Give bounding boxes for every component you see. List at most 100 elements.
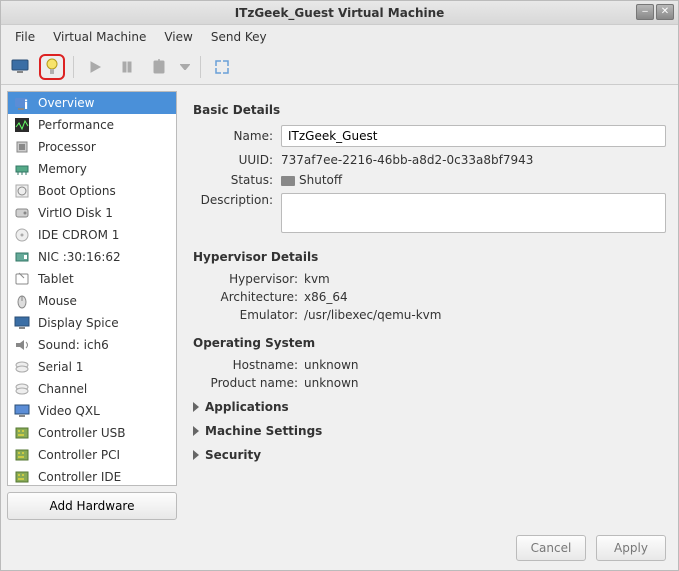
productname-value: unknown: [304, 376, 359, 390]
console-button[interactable]: [7, 54, 33, 80]
sidebar-item-sound-ich6[interactable]: Sound: ich6: [8, 334, 176, 356]
display-icon: [14, 315, 30, 331]
shutdown-menu-button[interactable]: [178, 54, 192, 80]
sidebar-item-serial-1[interactable]: Serial 1: [8, 356, 176, 378]
sidebar-item-label: IDE CDROM 1: [38, 228, 119, 242]
sound-icon: [14, 337, 30, 353]
sidebar-item-label: Memory: [38, 162, 87, 176]
details-panel: Basic Details Name: UUID: 737af7ee-2216-…: [183, 91, 672, 520]
sidebar-item-channel[interactable]: Channel: [8, 378, 176, 400]
chevron-down-icon: [180, 64, 190, 70]
mouse-icon: [14, 293, 30, 309]
titlebar: ITzGeek_Guest Virtual Machine ‒ ✕: [1, 1, 678, 25]
svg-text:i: i: [24, 98, 28, 111]
cpu-icon: [14, 139, 30, 155]
lightbulb-icon: [45, 58, 59, 76]
add-hardware-button[interactable]: Add Hardware: [7, 492, 177, 520]
machine-settings-expander[interactable]: Machine Settings: [193, 424, 666, 438]
fullscreen-icon: [213, 58, 231, 76]
os-heading: Operating System: [193, 336, 666, 350]
sidebar-item-label: Display Spice: [38, 316, 119, 330]
sidebar-item-nic-30-16-62[interactable]: NIC :30:16:62: [8, 246, 176, 268]
sidebar: iOverview Performance Processor Memory Boot …: [7, 91, 177, 520]
name-label: Name:: [193, 129, 273, 143]
toolbar: [1, 49, 678, 85]
sidebar-item-overview[interactable]: iOverview: [8, 92, 176, 114]
apply-button[interactable]: Apply: [596, 535, 666, 561]
cdrom-icon: [14, 227, 30, 243]
sidebar-item-label: NIC :30:16:62: [38, 250, 121, 264]
sidebar-item-virtio-disk-1[interactable]: VirtIO Disk 1: [8, 202, 176, 224]
disk-icon: [14, 205, 30, 221]
sidebar-item-label: VirtIO Disk 1: [38, 206, 113, 220]
sidebar-item-video-qxl[interactable]: Video QXL: [8, 400, 176, 422]
sidebar-item-label: Controller PCI: [38, 448, 120, 462]
sidebar-item-processor[interactable]: Processor: [8, 136, 176, 158]
basic-details-heading: Basic Details: [193, 103, 666, 117]
sidebar-item-performance[interactable]: Performance: [8, 114, 176, 136]
controller-icon: [14, 447, 30, 463]
sidebar-item-label: Mouse: [38, 294, 77, 308]
sidebar-list: iOverview Performance Processor Memory Boot …: [7, 91, 177, 486]
sidebar-item-controller-pci[interactable]: Controller PCI: [8, 444, 176, 466]
name-input[interactable]: [281, 125, 666, 147]
sidebar-item-label: Channel: [38, 382, 87, 396]
status-icon: [281, 176, 295, 186]
serial-icon: [14, 359, 30, 375]
details-button[interactable]: [39, 54, 65, 80]
sidebar-item-tablet[interactable]: Tablet: [8, 268, 176, 290]
info-icon: i: [14, 95, 30, 111]
hypervisor-value: kvm: [304, 272, 330, 286]
perf-icon: [14, 117, 30, 133]
mem-icon: [14, 161, 30, 177]
architecture-value: x86_64: [304, 290, 348, 304]
sidebar-item-label: Boot Options: [38, 184, 116, 198]
emulator-label: Emulator:: [193, 308, 298, 322]
play-icon: [88, 60, 102, 74]
sidebar-item-boot-options[interactable]: Boot Options: [8, 180, 176, 202]
sidebar-item-label: Sound: ich6: [38, 338, 109, 352]
sidebar-item-mouse[interactable]: Mouse: [8, 290, 176, 312]
applications-expander[interactable]: Applications: [193, 400, 666, 414]
sidebar-item-label: Processor: [38, 140, 96, 154]
chevron-right-icon: [193, 450, 199, 460]
sidebar-item-memory[interactable]: Memory: [8, 158, 176, 180]
menu-file[interactable]: File: [9, 28, 41, 46]
menubar: File Virtual Machine View Send Key: [1, 25, 678, 49]
sidebar-item-label: Controller USB: [38, 426, 125, 440]
footer: Cancel Apply: [1, 526, 678, 570]
status-value: Shutoff: [299, 173, 342, 187]
sidebar-item-display-spice[interactable]: Display Spice: [8, 312, 176, 334]
chevron-right-icon: [193, 402, 199, 412]
cancel-button[interactable]: Cancel: [516, 535, 586, 561]
sidebar-item-controller-usb[interactable]: Controller USB: [8, 422, 176, 444]
pause-button[interactable]: [114, 54, 140, 80]
sidebar-item-label: Serial 1: [38, 360, 83, 374]
close-button[interactable]: ✕: [656, 4, 674, 20]
sidebar-item-ide-cdrom-1[interactable]: IDE CDROM 1: [8, 224, 176, 246]
menu-virtual-machine[interactable]: Virtual Machine: [47, 28, 152, 46]
uuid-label: UUID:: [193, 153, 273, 167]
tablet-icon: [14, 271, 30, 287]
minimize-button[interactable]: ‒: [636, 4, 654, 20]
menu-send-key[interactable]: Send Key: [205, 28, 273, 46]
shutdown-button[interactable]: [146, 54, 172, 80]
power-icon: [152, 59, 166, 75]
description-label: Description:: [193, 193, 273, 207]
sidebar-item-controller-ide[interactable]: Controller IDE: [8, 466, 176, 486]
menu-view[interactable]: View: [158, 28, 198, 46]
uuid-value: 737af7ee-2216-46bb-a8d2-0c33a8bf7943: [281, 153, 666, 167]
fullscreen-button[interactable]: [209, 54, 235, 80]
emulator-value: /usr/libexec/qemu-kvm: [304, 308, 441, 322]
run-button[interactable]: [82, 54, 108, 80]
security-expander[interactable]: Security: [193, 448, 666, 462]
hypervisor-label: Hypervisor:: [193, 272, 298, 286]
status-label: Status:: [193, 173, 273, 187]
description-input[interactable]: [281, 193, 666, 233]
sidebar-item-label: Performance: [38, 118, 114, 132]
controller-icon: [14, 469, 30, 485]
sidebar-item-label: Video QXL: [38, 404, 100, 418]
pause-icon: [120, 60, 134, 74]
sidebar-item-label: Controller IDE: [38, 470, 121, 484]
boot-icon: [14, 183, 30, 199]
